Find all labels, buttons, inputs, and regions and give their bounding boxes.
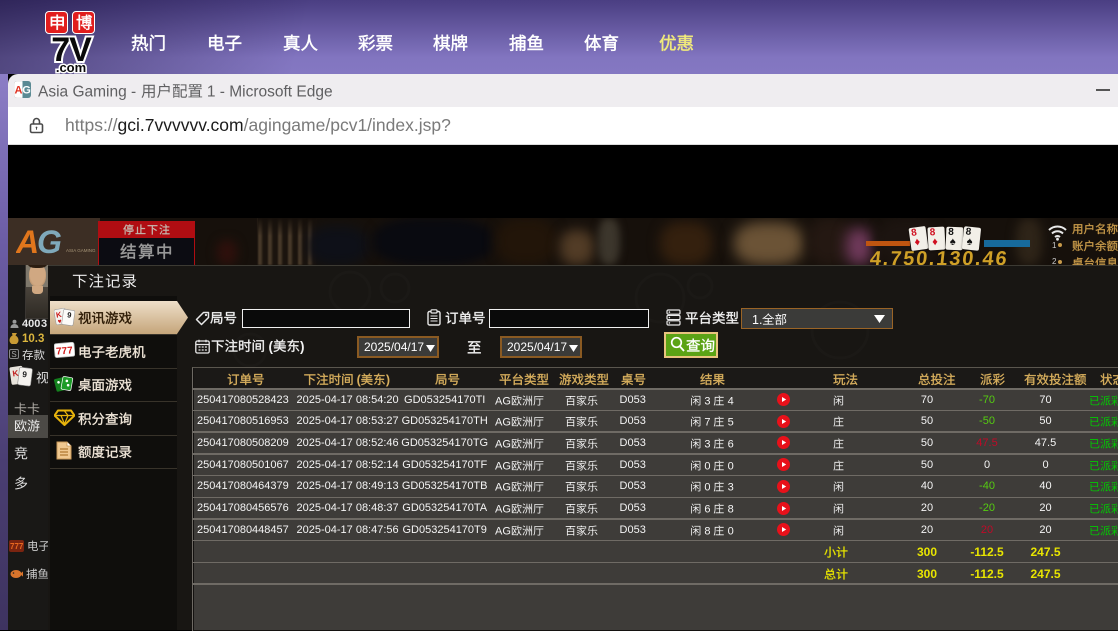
svg-text:G: G	[37, 224, 62, 260]
svg-text:777: 777	[10, 542, 24, 551]
svg-text:.com: .com	[56, 60, 86, 74]
svg-text:K: K	[12, 369, 19, 379]
svg-text:777: 777	[56, 345, 74, 357]
svg-text:G: G	[22, 85, 31, 97]
svg-text:ASIA GAMING: ASIA GAMING	[66, 248, 96, 253]
svg-text:A: A	[16, 224, 39, 260]
